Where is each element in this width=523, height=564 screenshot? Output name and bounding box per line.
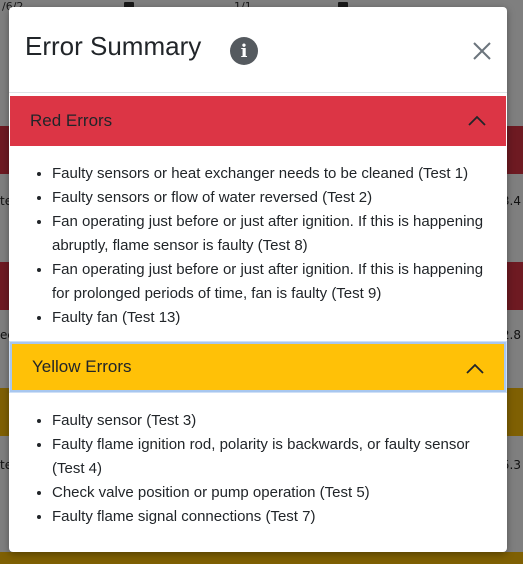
list-item: Faulty fan (Test 13) bbox=[52, 306, 487, 330]
list-item: Check valve position or pump operation (… bbox=[52, 481, 487, 505]
modal-title: Error Summary bbox=[25, 31, 202, 61]
chevron-up-icon bbox=[466, 363, 484, 374]
close-icon[interactable] bbox=[471, 40, 493, 62]
list-item: Faulty flame signal connections (Test 7) bbox=[52, 505, 487, 529]
list-item: Faulty sensor (Test 3) bbox=[52, 409, 487, 433]
yellow-errors-list: Faulty sensor (Test 3) Faulty flame igni… bbox=[9, 392, 507, 541]
yellow-errors-header[interactable]: Yellow Errors bbox=[10, 342, 506, 392]
error-summary-modal: Error Summary i Red Errors Faulty sensor… bbox=[9, 7, 507, 552]
list-item: Faulty sensors or heat exchanger needs t… bbox=[52, 162, 487, 186]
chevron-up-icon bbox=[468, 115, 486, 126]
section-title: Red Errors bbox=[30, 111, 113, 130]
list-item: Fan operating just before or just after … bbox=[52, 258, 487, 306]
info-icon[interactable]: i bbox=[230, 37, 258, 65]
red-errors-list: Faulty sensors or heat exchanger needs t… bbox=[9, 146, 507, 342]
modal-header: Error Summary i bbox=[9, 7, 507, 93]
section-title: Yellow Errors bbox=[32, 357, 132, 376]
list-item: Faulty flame ignition rod, polarity is b… bbox=[52, 433, 487, 481]
red-errors-header[interactable]: Red Errors bbox=[10, 96, 506, 146]
list-item: Fan operating just before or just after … bbox=[52, 210, 487, 258]
list-item: Faulty sensors or flow of water reversed… bbox=[52, 186, 487, 210]
